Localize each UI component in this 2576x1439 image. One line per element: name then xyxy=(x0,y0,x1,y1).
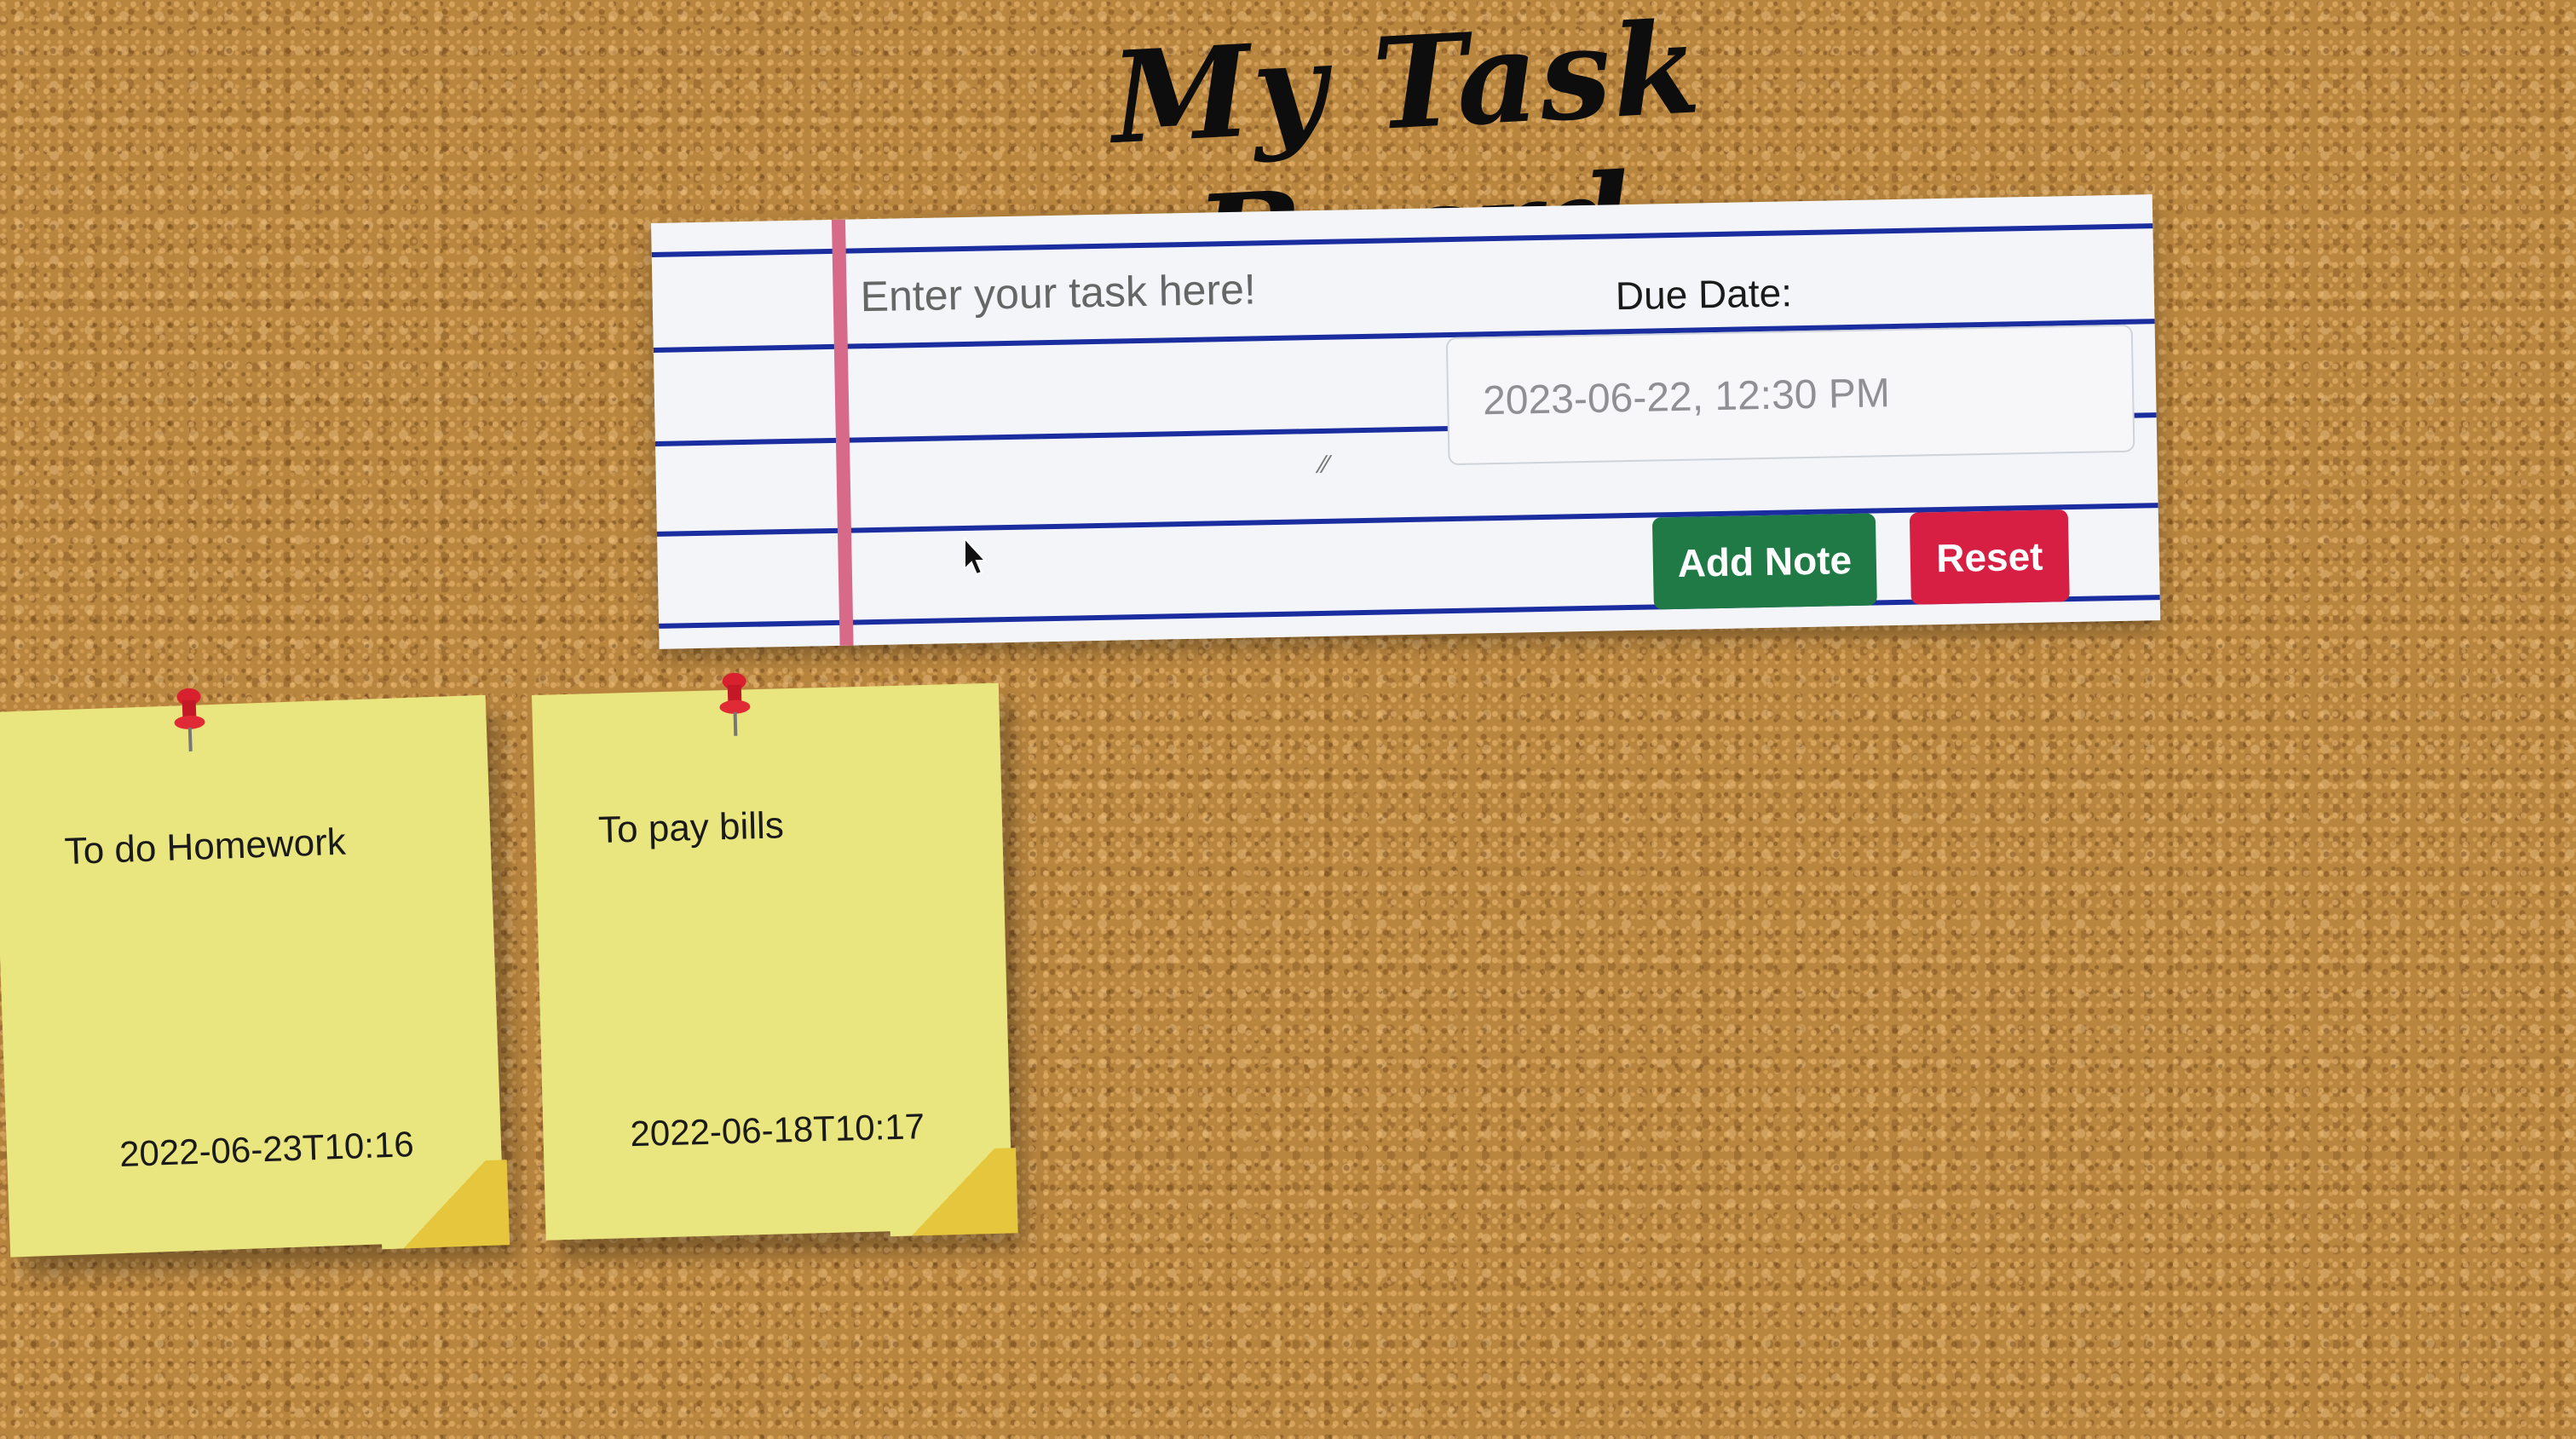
paper-margin-line xyxy=(831,219,854,646)
add-note-button[interactable]: Add Note xyxy=(1651,513,1877,610)
task-form: ⁄⁄ Due Date: Add Note Reset xyxy=(651,194,2161,649)
due-date-input[interactable] xyxy=(1445,324,2135,466)
resize-grip-icon[interactable]: ⁄⁄ xyxy=(1320,451,1329,480)
pushpin-icon xyxy=(719,672,751,736)
note-date: 2022-06-23T10:16 xyxy=(118,1124,415,1175)
sticky-note[interactable]: To do Homework 2022-06-23T10:16 xyxy=(0,688,510,1258)
pushpin-icon xyxy=(174,688,205,751)
note-text: To do Homework xyxy=(63,820,347,873)
due-date-label: Due Date: xyxy=(1615,270,1793,319)
note-fold xyxy=(378,1160,510,1250)
sticky-note[interactable]: To pay bills 2022-06-18T10:17 xyxy=(532,672,1018,1240)
note-date: 2022-06-18T10:17 xyxy=(629,1106,925,1154)
note-text: To pay bills xyxy=(597,804,785,851)
paper-rule xyxy=(651,223,2153,257)
cursor-icon xyxy=(964,537,987,576)
note-fold xyxy=(888,1148,1018,1237)
reset-button[interactable]: Reset xyxy=(1909,509,2070,605)
task-input[interactable] xyxy=(860,260,1461,477)
